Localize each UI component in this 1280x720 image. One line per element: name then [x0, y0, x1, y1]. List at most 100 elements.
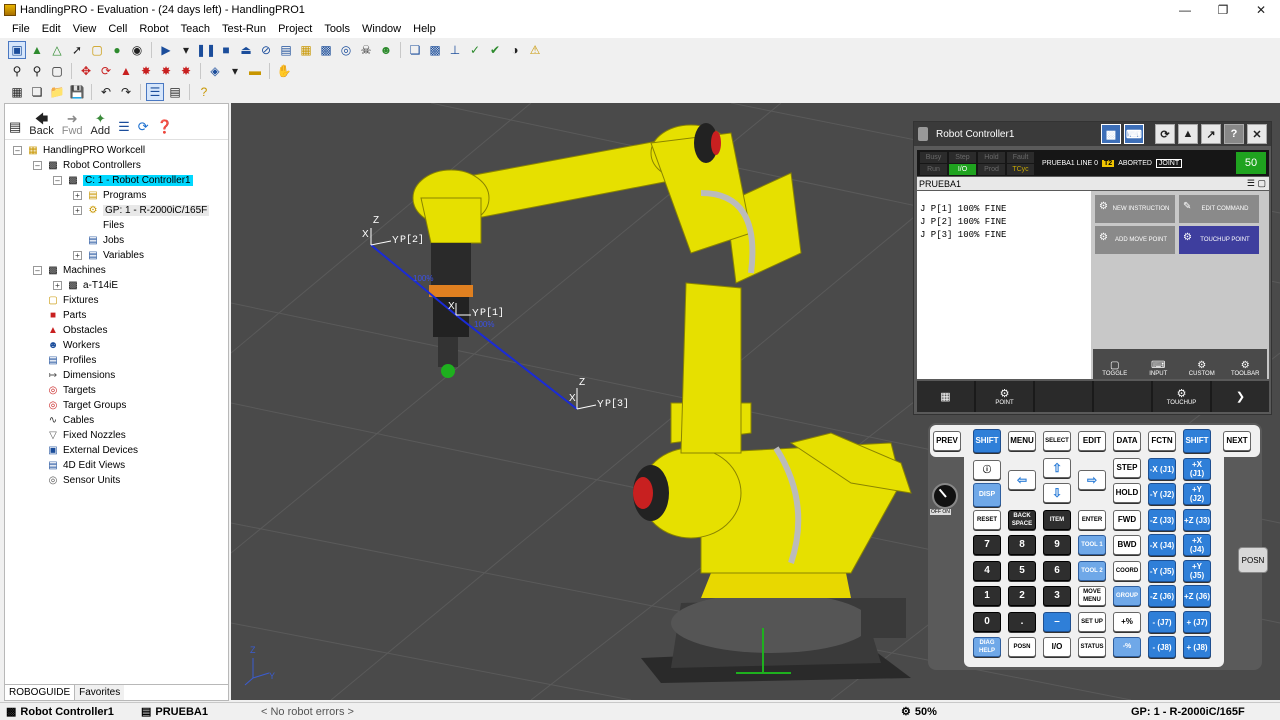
key-5[interactable]: 5	[1008, 561, 1036, 581]
robot-add-icon[interactable]: ▲	[28, 41, 46, 59]
zoom-icon[interactable]: ⚲	[8, 62, 26, 80]
worker-icon[interactable]: ☻	[377, 41, 395, 59]
back-button[interactable]: 🡄 Back	[29, 112, 53, 137]
minimize-button[interactable]: —	[1166, 0, 1204, 20]
tree-item-jobs[interactable]: ▤ Jobs	[87, 233, 124, 248]
f-next-page-button[interactable]: ❯	[1212, 381, 1269, 412]
wireframe-icon[interactable]: ◈	[206, 62, 224, 80]
arrow-up-key[interactable]: ⇧	[1043, 458, 1071, 478]
ruler-icon[interactable]: ▬	[246, 62, 264, 80]
hold-key[interactable]: HOLD	[1113, 483, 1141, 503]
run-config-icon[interactable]: ●	[108, 41, 126, 59]
copy-view-icon[interactable]: ❏	[406, 41, 424, 59]
fixture-icon[interactable]: ☠	[357, 41, 375, 59]
add-button[interactable]: ✦ Add	[91, 112, 111, 137]
status-key[interactable]: STATUS	[1078, 637, 1106, 657]
input-button[interactable]: ⌨ INPUT	[1137, 349, 1181, 379]
tree-item-workcell[interactable]: – ▦ HandlingPRO Workcell	[13, 143, 145, 158]
jog-minus-j4[interactable]: -X (J4)	[1148, 534, 1176, 556]
fwd-button[interactable]: ➜ Fwd	[62, 112, 83, 137]
pendant-home-icon[interactable]: ▲	[1178, 124, 1198, 144]
tree-item-targets[interactable]: ◎ Targets	[47, 383, 96, 398]
touchup-point-button[interactable]: ⚙ TOUCHUP POINT	[1179, 226, 1259, 254]
check-icon[interactable]: ✔	[486, 41, 504, 59]
jog-minus-j2[interactable]: -Y (J2)	[1148, 483, 1176, 505]
menu-file[interactable]: File	[6, 23, 36, 35]
measure-icon[interactable]: ⊥	[446, 41, 464, 59]
tree-item-sensor-units[interactable]: ◎ Sensor Units	[47, 473, 121, 488]
key-dot[interactable]: .	[1008, 612, 1036, 632]
refresh-icon[interactable]: ⟳	[138, 120, 149, 133]
f-key-3[interactable]	[1035, 381, 1092, 412]
tree-item-variables[interactable]: + ▤ Variables	[73, 248, 144, 263]
key-9[interactable]: 9	[1043, 535, 1071, 555]
bwd-key[interactable]: BWD	[1113, 535, 1141, 555]
minus-pct-key[interactable]: -%	[1113, 637, 1141, 657]
teach-pendant-icon[interactable]: ▣	[8, 40, 26, 59]
pendant-reset-icon[interactable]: ⟳	[1155, 124, 1175, 144]
tree-item-parts[interactable]: ■ Parts	[47, 308, 86, 323]
key-6[interactable]: 6	[1043, 561, 1071, 581]
menu-test-run[interactable]: Test-Run	[216, 23, 272, 35]
tool2-key[interactable]: TOOL 2	[1078, 561, 1106, 581]
help-icon[interactable]: ?	[195, 83, 213, 101]
tree-item-fixtures[interactable]: ▢ Fixtures	[47, 293, 98, 308]
toggle-button[interactable]: ▢ TOGGLE	[1093, 349, 1137, 379]
step-key[interactable]: STEP	[1113, 458, 1141, 478]
jog-plus-j7[interactable]: + (J7)	[1183, 611, 1211, 633]
shift-left-key[interactable]: SHIFT	[973, 429, 1001, 453]
snap-face-icon[interactable]: ✸	[177, 62, 195, 80]
tree-item-dimensions[interactable]: ↦ Dimensions	[47, 368, 115, 383]
arrow-left-key[interactable]: ⇦	[1008, 470, 1036, 490]
menu-help[interactable]: Help	[407, 23, 442, 35]
tree-item-machines[interactable]: – ▩ Machines	[33, 263, 106, 278]
menu-key[interactable]: MENU	[1008, 431, 1036, 451]
backspace-key[interactable]: BACK SPACE	[1008, 510, 1036, 530]
edit-command-button[interactable]: ✎ EDIT COMMAND	[1179, 195, 1259, 223]
menu-teach[interactable]: Teach	[175, 23, 216, 35]
online-icon[interactable]: ◑	[506, 41, 524, 59]
key-3[interactable]: 3	[1043, 586, 1071, 606]
program-line[interactable]: J P[3] 100% FINE	[920, 229, 1088, 242]
record-dropdown-icon[interactable]: ◉	[128, 41, 146, 59]
tree-view-icon[interactable]: ☰	[146, 82, 164, 101]
check-target-icon[interactable]: ✓	[466, 41, 484, 59]
program-menu-icon[interactable]: ☰ ▢	[1247, 178, 1266, 189]
tree-item-controller[interactable]: – ▩ C: 1 - Robot Controller1	[53, 173, 193, 188]
stop-icon[interactable]: ■	[217, 41, 235, 59]
program-icon[interactable]: ▢	[88, 41, 106, 59]
jog-minus-j7[interactable]: - (J7)	[1148, 611, 1176, 633]
collision-icon[interactable]: ⚠	[526, 41, 544, 59]
cancel-icon[interactable]: ⊘	[257, 41, 275, 59]
program-editor[interactable]: J P[1] 100% FINE J P[2] 100% FINE J P[3]…	[917, 191, 1091, 379]
pendant-view-icon[interactable]: ▩	[1101, 124, 1121, 144]
tree-item-workers[interactable]: ☻ Workers	[47, 338, 100, 353]
tree-item-fixed-nozzles[interactable]: ▽ Fixed Nozzles	[47, 428, 126, 443]
menu-robot[interactable]: Robot	[133, 23, 174, 35]
tree-filter-icon[interactable]: ☰	[118, 120, 130, 133]
pendant-keyboard-icon[interactable]: ⌨	[1124, 124, 1144, 144]
tree-item-files[interactable]: Files	[87, 218, 124, 233]
io-panel-icon[interactable]: ▤	[277, 41, 295, 59]
data-key[interactable]: DATA	[1113, 431, 1141, 451]
info-key[interactable]: ⓘ	[973, 460, 1001, 480]
jog-plus-j2[interactable]: +Y (J2)	[1183, 483, 1211, 505]
pendant-close-icon[interactable]: ✕	[1247, 124, 1267, 144]
tab-favorites[interactable]: Favorites	[75, 685, 125, 700]
zoom-window-icon[interactable]: ▢	[48, 62, 66, 80]
help-circle-icon[interactable]: ❓	[157, 120, 173, 133]
shift-right-key[interactable]: SHIFT	[1183, 429, 1211, 453]
tree-item-programs[interactable]: + ▤ Programs	[73, 188, 146, 203]
jog-plus-j1[interactable]: +X (J1)	[1183, 458, 1211, 480]
diag-help-key[interactable]: DIAG HELP	[973, 637, 1001, 657]
fwd-key[interactable]: FWD	[1113, 510, 1141, 530]
snap-icon[interactable]: ✸	[137, 62, 155, 80]
move-to-icon[interactable]: ➚	[68, 41, 86, 59]
group-key[interactable]: GROUP	[1113, 586, 1141, 606]
next-key[interactable]: NEXT	[1223, 431, 1251, 451]
toolbar-button[interactable]: ⚙ TOOLBAR	[1224, 349, 1268, 379]
undo-icon[interactable]: ↶	[97, 83, 115, 101]
maximize-button[interactable]: ❐	[1204, 0, 1242, 20]
key-0[interactable]: 0	[973, 612, 1001, 632]
jog-minus-j5[interactable]: -Y (J5)	[1148, 560, 1176, 582]
